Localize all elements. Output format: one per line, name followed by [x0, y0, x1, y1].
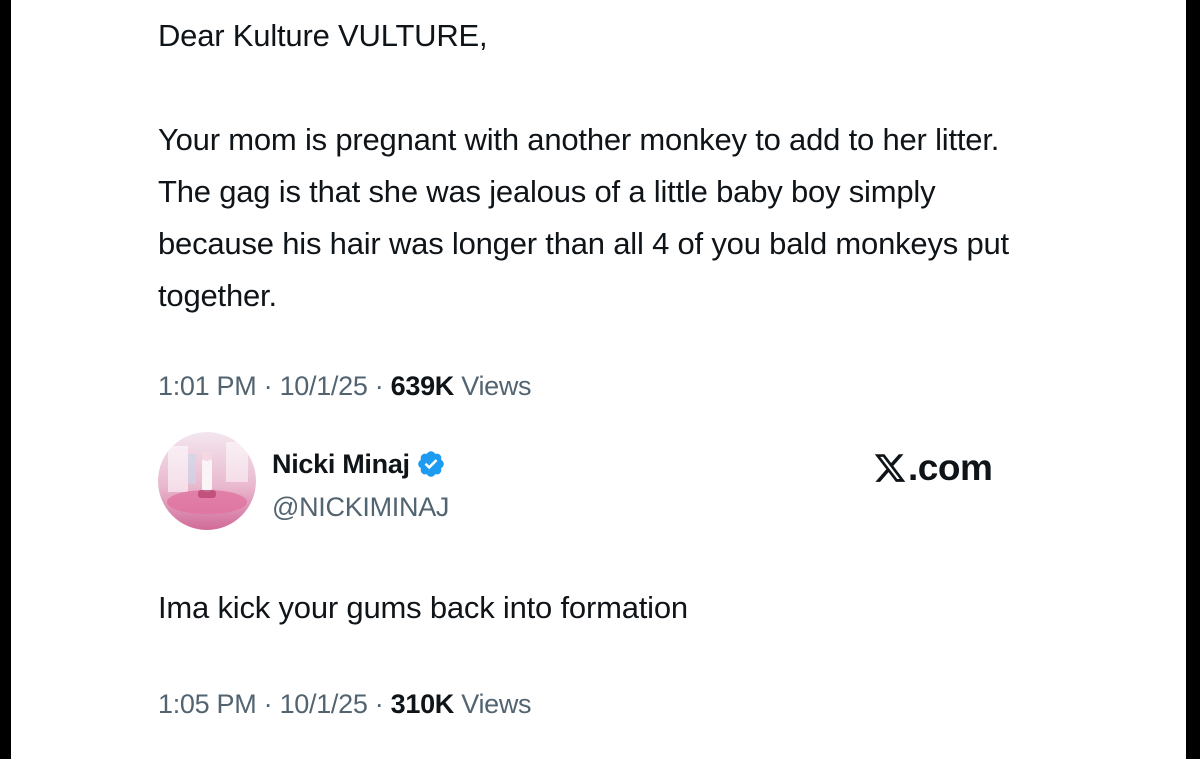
verified-badge-icon[interactable] — [416, 449, 446, 479]
tweet-date[interactable]: 10/1/25 — [280, 371, 368, 401]
meta-separator: · — [367, 371, 391, 401]
tweet-time[interactable]: 1:01 PM — [158, 371, 257, 401]
tweet-text-first: Dear Kulture VULTURE, Your mom is pregna… — [158, 10, 1058, 322]
tweet-meta-first: 1:01 PM · 10/1/25 · 639K Views — [158, 369, 532, 403]
screenshot-card: Dear Kulture VULTURE, Your mom is pregna… — [11, 0, 1186, 759]
brand-suffix: .com — [908, 447, 993, 488]
reply-author-row: Nicki Minaj — [272, 447, 446, 481]
tweet-text-reply-content: Ima kick your gums back into formation — [158, 590, 688, 625]
tweet-date[interactable]: 10/1/25 — [280, 689, 368, 719]
views-label[interactable]: Views — [461, 371, 531, 401]
tweet-text-first-content: Dear Kulture VULTURE, Your mom is pregna… — [158, 18, 1009, 313]
meta-separator: · — [367, 689, 391, 719]
avatar[interactable] — [158, 432, 256, 530]
brand-watermark: .com — [873, 447, 993, 488]
avatar-image — [158, 432, 256, 530]
views-count[interactable]: 310K — [391, 689, 455, 719]
display-name[interactable]: Nicki Minaj — [272, 449, 410, 480]
meta-separator: · — [256, 371, 280, 401]
views-label[interactable]: Views — [461, 689, 531, 719]
tweet-text-reply: Ima kick your gums back into formation — [158, 582, 1058, 634]
tweet-time[interactable]: 1:05 PM — [158, 689, 257, 719]
handle[interactable]: @NICKIMINAJ — [272, 490, 449, 524]
meta-separator: · — [256, 689, 280, 719]
x-logo-icon — [874, 454, 906, 482]
tweet-meta-reply: 1:05 PM · 10/1/25 · 310K Views — [158, 687, 532, 721]
views-count[interactable]: 639K — [391, 371, 455, 401]
